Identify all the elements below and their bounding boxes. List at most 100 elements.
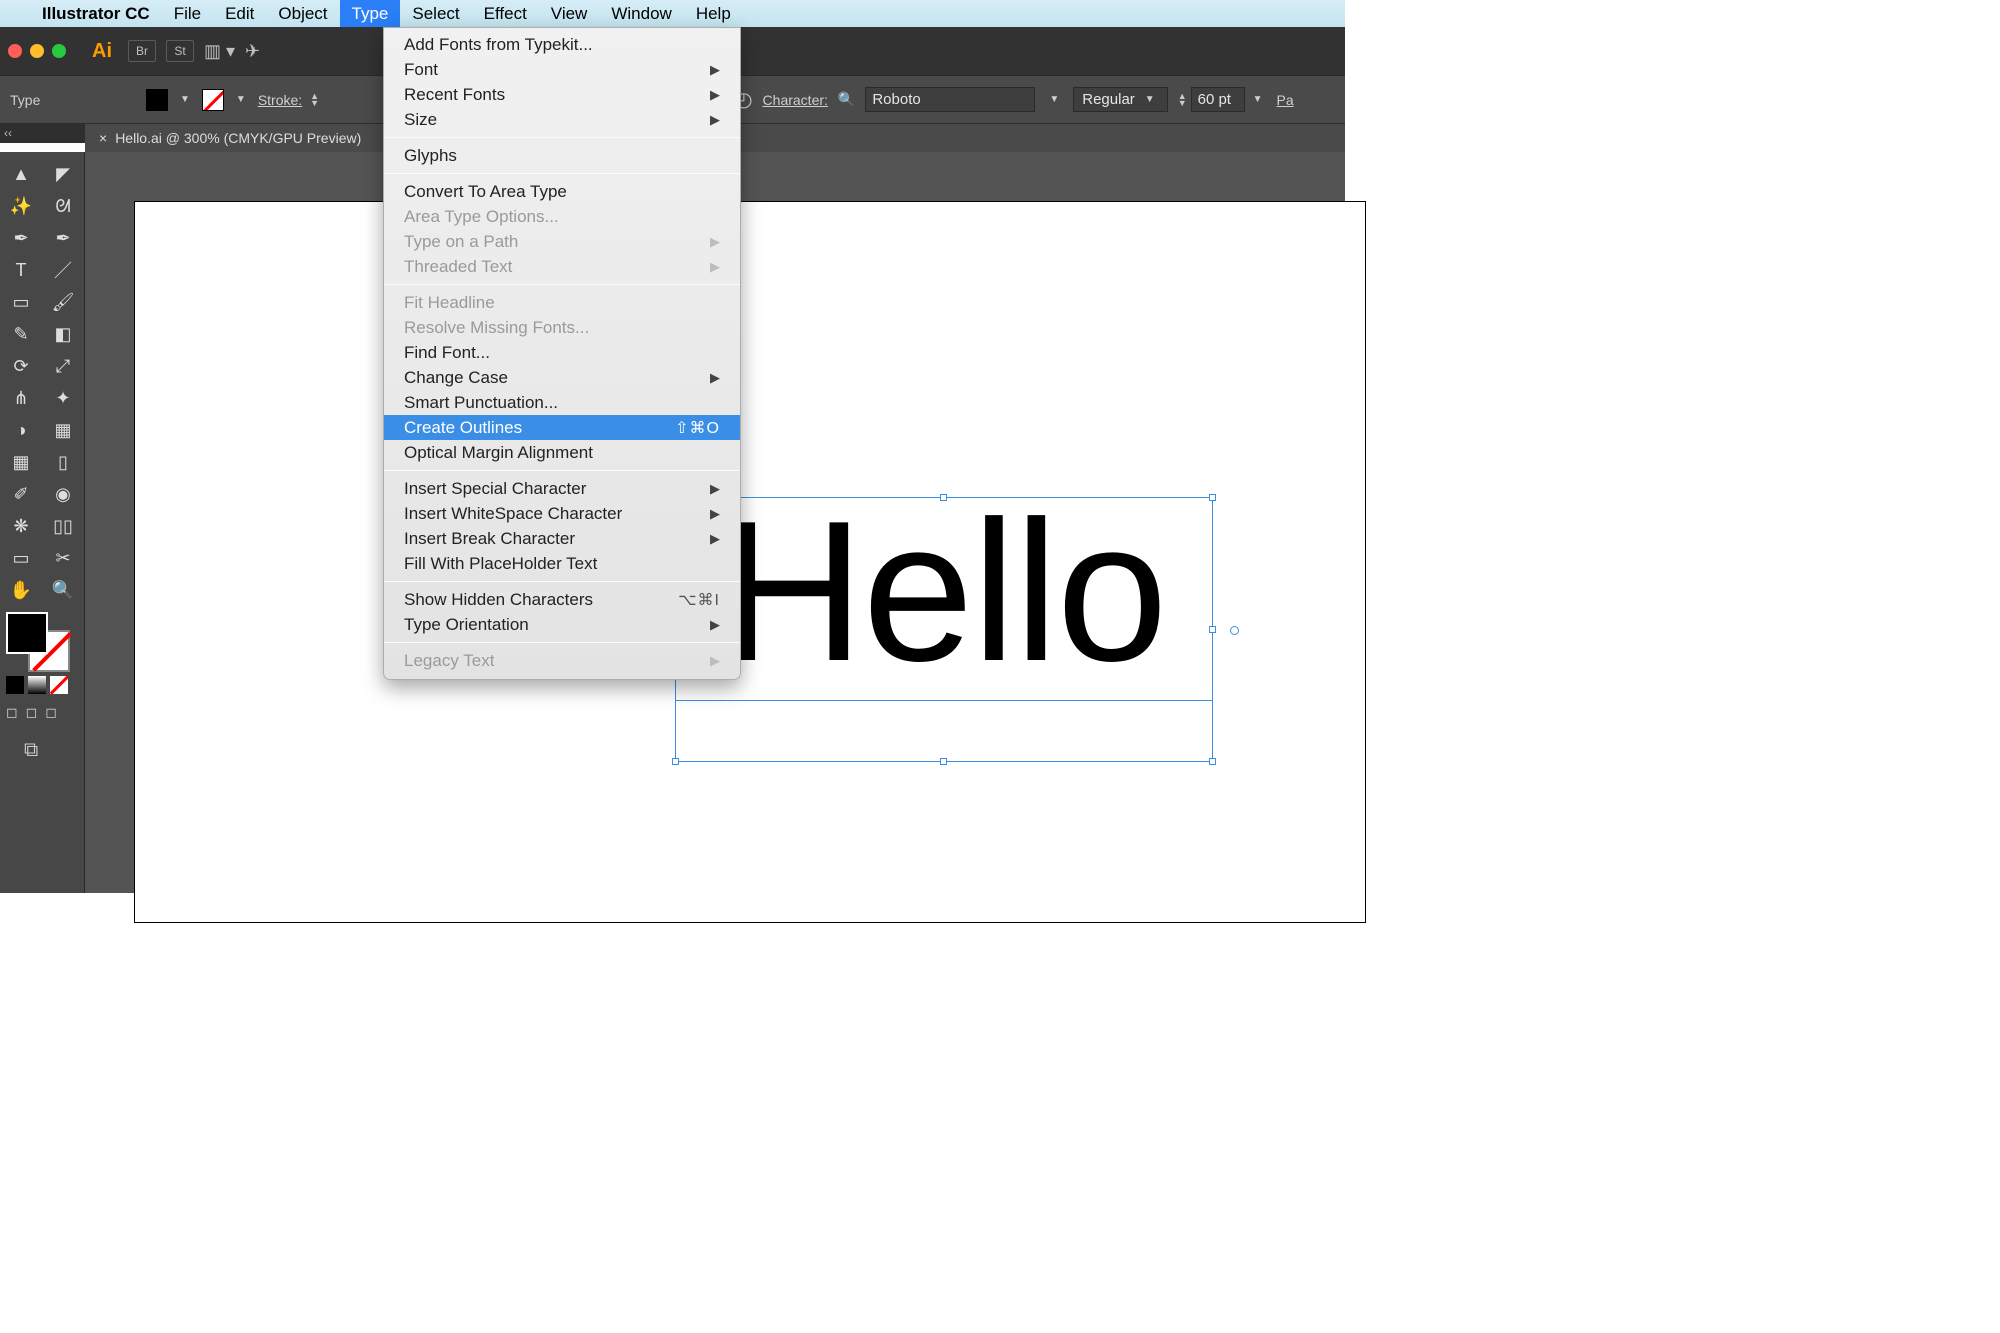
font-style-value: Regular <box>1082 91 1135 108</box>
pen-tool[interactable]: ✒ <box>0 222 42 254</box>
close-window-button[interactable] <box>8 44 22 58</box>
stroke-weight-stepper[interactable]: ▲▼ <box>310 93 319 107</box>
menu-item-label: Optical Margin Alignment <box>404 443 593 463</box>
fill-stroke-control[interactable] <box>6 612 74 672</box>
character-panel-link[interactable]: Character: <box>763 92 828 108</box>
selection-tool[interactable]: ▲ <box>0 158 42 190</box>
gpu-rocket-icon[interactable]: ✈ <box>245 41 260 62</box>
menu-window[interactable]: Window <box>599 0 683 27</box>
symbol-sprayer-tool[interactable]: ❋ <box>0 510 42 542</box>
menu-item-add-fonts-from-typekit[interactable]: Add Fonts from Typekit... <box>384 32 740 57</box>
close-tab-icon[interactable]: × <box>99 130 107 146</box>
stroke-dropdown-icon[interactable]: ▼ <box>232 94 250 105</box>
menu-item-type-orientation[interactable]: Type Orientation▶ <box>384 612 740 637</box>
rotate-tool[interactable]: ⟳ <box>0 350 42 382</box>
lasso-tool[interactable]: ᘛ <box>42 190 84 222</box>
zoom-window-button[interactable] <box>52 44 66 58</box>
menu-edit[interactable]: Edit <box>213 0 266 27</box>
eyedropper-tool[interactable]: ✐ <box>0 478 42 510</box>
handle-bottom-mid[interactable] <box>940 758 947 765</box>
document-tab[interactable]: × Hello.ai @ 300% (CMYK/GPU Preview) <box>85 124 375 152</box>
font-size-input[interactable] <box>1191 87 1245 112</box>
menu-item-insert-special-character[interactable]: Insert Special Character▶ <box>384 476 740 501</box>
fill-dropdown-icon[interactable]: ▼ <box>176 94 194 105</box>
rectangle-tool[interactable]: ▭ <box>0 286 42 318</box>
color-mode-gradient[interactable] <box>28 676 46 694</box>
menu-item-insert-break-character[interactable]: Insert Break Character▶ <box>384 526 740 551</box>
eraser-tool[interactable]: ◧ <box>42 318 84 350</box>
handle-top-right[interactable] <box>1209 494 1216 501</box>
menu-type[interactable]: Type <box>340 0 401 27</box>
menu-item-find-font[interactable]: Find Font... <box>384 340 740 365</box>
font-size-stepper[interactable]: ▲▼ <box>1178 93 1187 107</box>
menu-item-change-case[interactable]: Change Case▶ <box>384 365 740 390</box>
direct-selection-tool[interactable]: ◤ <box>42 158 84 190</box>
stroke-swatch[interactable] <box>202 89 224 111</box>
menu-item-recent-fonts[interactable]: Recent Fonts▶ <box>384 82 740 107</box>
menu-item-glyphs[interactable]: Glyphs <box>384 143 740 168</box>
type-tool[interactable]: T <box>0 254 42 286</box>
paragraph-panel-link[interactable]: Pa <box>1277 92 1294 108</box>
menu-item-size[interactable]: Size▶ <box>384 107 740 132</box>
line-segment-tool[interactable]: ／ <box>42 254 84 286</box>
menu-select[interactable]: Select <box>400 0 471 27</box>
perspective-grid-tool[interactable]: ▦ <box>42 414 84 446</box>
menu-file[interactable]: File <box>162 0 213 27</box>
stock-button[interactable]: St <box>166 40 194 62</box>
magic-wand-tool[interactable]: ✨ <box>0 190 42 222</box>
menu-item-smart-punctuation[interactable]: Smart Punctuation... <box>384 390 740 415</box>
menu-item-label: Insert Special Character <box>404 479 586 499</box>
bridge-button[interactable]: Br <box>128 40 156 62</box>
minimize-window-button[interactable] <box>30 44 44 58</box>
menu-item-optical-margin-alignment[interactable]: Optical Margin Alignment <box>384 440 740 465</box>
free-transform-tool[interactable]: ✦ <box>42 382 84 414</box>
menu-effect[interactable]: Effect <box>472 0 539 27</box>
menu-item-insert-whitespace-character[interactable]: Insert WhiteSpace Character▶ <box>384 501 740 526</box>
draw-normal-icon[interactable]: ◻ <box>6 704 18 721</box>
column-graph-tool[interactable]: ▯▯ <box>42 510 84 542</box>
menu-item-fill-with-placeholder-text[interactable]: Fill With PlaceHolder Text <box>384 551 740 576</box>
font-family-input[interactable] <box>865 87 1035 112</box>
mesh-tool[interactable]: ▦ <box>0 446 42 478</box>
gradient-tool[interactable]: ▯ <box>42 446 84 478</box>
menu-item-font[interactable]: Font▶ <box>384 57 740 82</box>
menu-object[interactable]: Object <box>266 0 339 27</box>
fill-color-swatch[interactable] <box>6 612 48 654</box>
shape-builder-tool[interactable]: ◑ <box>0 414 42 446</box>
slice-tool[interactable]: ✂ <box>42 542 84 574</box>
handle-bottom-left[interactable] <box>672 758 679 765</box>
arrange-documents-button[interactable]: ▥ ▾ <box>204 41 235 62</box>
scale-tool[interactable]: ⤢ <box>42 350 84 382</box>
menu-view[interactable]: View <box>539 0 600 27</box>
draw-inside-icon[interactable]: ◻ <box>45 704 57 721</box>
handle-top-mid[interactable] <box>940 494 947 501</box>
out-port-icon[interactable] <box>1230 626 1239 635</box>
artboard-tool[interactable]: ▭ <box>0 542 42 574</box>
color-mode-none[interactable] <box>50 676 68 694</box>
screen-mode-button[interactable]: ⧉ <box>0 739 84 762</box>
hand-tool[interactable]: ✋ <box>0 574 42 606</box>
selection-bounding-box[interactable] <box>675 497 1213 762</box>
menu-separator <box>384 137 740 138</box>
font-size-dropdown-icon[interactable]: ▼ <box>1249 94 1267 105</box>
stroke-label[interactable]: Stroke: <box>258 92 302 108</box>
menu-item-label: Fit Headline <box>404 293 495 313</box>
font-family-dropdown-icon[interactable]: ▼ <box>1045 94 1063 105</box>
width-tool[interactable]: ⋔ <box>0 382 42 414</box>
menu-item-create-outlines[interactable]: Create Outlines⇧⌘O <box>384 415 740 440</box>
paintbrush-tool[interactable]: 🖌 <box>42 286 84 318</box>
font-style-select[interactable]: Regular▼ <box>1073 87 1167 112</box>
fill-swatch[interactable] <box>146 89 168 111</box>
app-name[interactable]: Illustrator CC <box>30 4 162 24</box>
zoom-tool[interactable]: 🔍 <box>42 574 84 606</box>
handle-mid-right[interactable] <box>1209 626 1216 633</box>
color-mode-solid[interactable] <box>6 676 24 694</box>
curvature-tool[interactable]: ✒ <box>42 222 84 254</box>
shaper-tool[interactable]: ✎ <box>0 318 42 350</box>
draw-behind-icon[interactable]: ◻ <box>26 704 38 721</box>
handle-bottom-right[interactable] <box>1209 758 1216 765</box>
blend-tool[interactable]: ◉ <box>42 478 84 510</box>
menu-item-convert-to-area-type[interactable]: Convert To Area Type <box>384 179 740 204</box>
menu-item-show-hidden-characters[interactable]: Show Hidden Characters⌥⌘I <box>384 587 740 612</box>
menu-help[interactable]: Help <box>684 0 743 27</box>
